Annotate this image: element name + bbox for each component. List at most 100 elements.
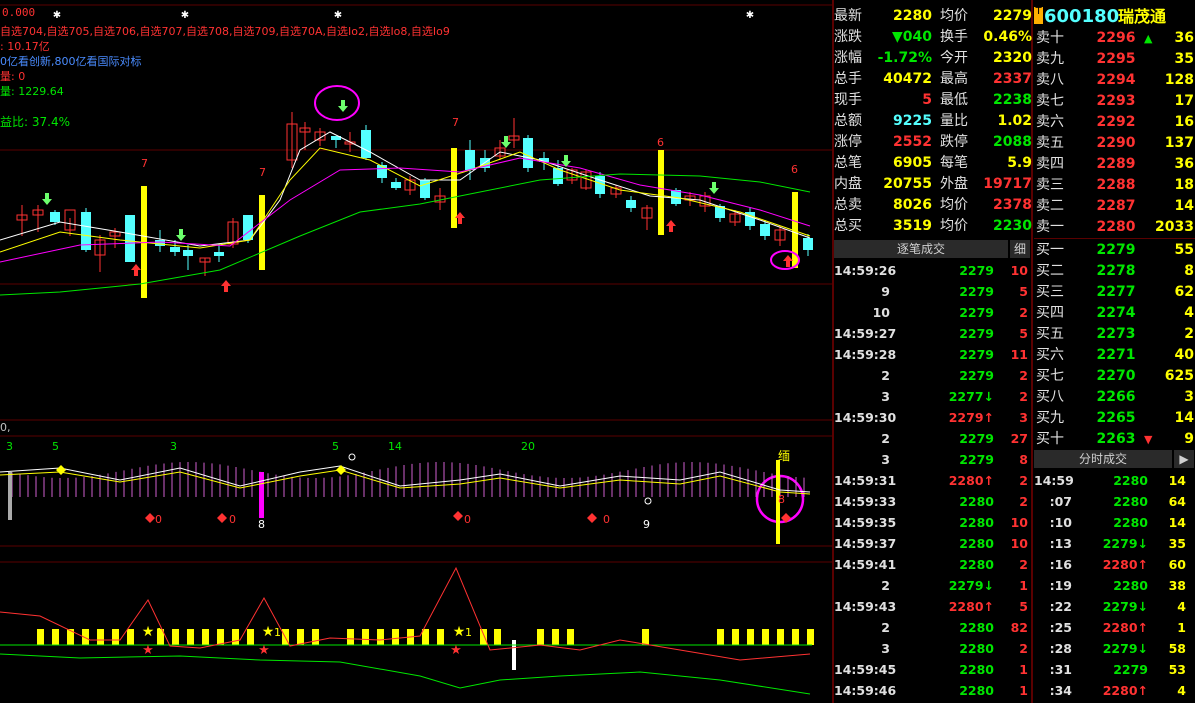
side-tick-volume: 64 [1168,494,1186,509]
bid-row[interactable]: 买五 2273 2 [1034,324,1195,345]
side-tick-volume: 4 [1177,599,1186,614]
panel2-marker: 0 [229,513,236,526]
volume-bar [567,629,574,645]
quote-value: 5 [922,92,932,108]
side-tick-volume: 1 [1177,620,1186,635]
side-tick-volume: 35 [1168,536,1186,551]
side-tick-price: 2280↑ [1102,620,1148,635]
ask-row[interactable]: 卖六 2292 16 [1034,112,1195,133]
tick-price: 2279↓ [948,578,994,593]
ask-row[interactable]: 卖二 2287 14 [1034,196,1195,217]
side-tick-time: :07 [1049,494,1072,509]
signal-bar [259,195,265,270]
volume-bar [480,629,487,645]
ask-row[interactable]: 卖九 2295 35 [1034,49,1195,70]
quote-row: 涨幅 -1.72% 今开 2320 [834,48,1032,69]
ask-row[interactable]: 卖三 2288 18 [1034,175,1195,196]
quote-label: 换手 [940,29,968,45]
tick-row: 14:59:46 2280 1 [834,680,1030,701]
kline-chart-area[interactable]: ✱ ✱ ✱ ✱ ★ ★ ★ ★ ★ ★ 0.000 自选704,自选705,自选706,自选707… [0,0,832,703]
bid-qty: 9 [1184,431,1194,447]
quote-label: 跌停 [940,134,968,150]
ask-label: 卖三 [1036,177,1064,193]
ask-row[interactable]: 卖五 2290 137 [1034,133,1195,154]
candle-body [465,150,475,170]
ask-row[interactable]: 卖四 2289 36 [1034,154,1195,175]
volume-bar [232,629,239,645]
info-line-3: 0亿看创新,800亿看国际对标 [0,55,142,68]
ask-row[interactable]: 卖十 2296 ▲ 36 [1034,28,1195,49]
quote-value: 2378 [993,197,1032,213]
bid-row[interactable]: 买三 2277 62 [1034,282,1195,303]
quote-value: 2337 [993,71,1032,87]
tick-price: 2279↑ [948,410,994,425]
panel3-red-line [0,566,811,661]
side-tick-header[interactable]: 分时成交 [1034,450,1172,468]
tick-row: 14:59:35 2280 10 [834,512,1030,533]
bid-row[interactable]: 买十 2263 ▼ 9 [1034,429,1195,450]
bid-label: 买二 [1036,263,1064,279]
ask-row[interactable]: 卖八 2294 128 [1034,70,1195,91]
tick-header-title[interactable]: 逐笔成交 [834,240,1008,258]
ask-qty: 16 [1174,114,1194,130]
side-tick-row: :07 2280 64 [1034,491,1195,512]
tick-row: 14:59:43 2280↑ 5 [834,596,1030,617]
side-tick-row: :22 2279↓ 4 [1034,596,1195,617]
tick-price: 2279 [959,347,994,362]
bid-row[interactable]: 买六 2271 40 [1034,345,1195,366]
tick-volume: 2 [1019,305,1028,320]
volume-bar [437,629,444,645]
panel2-marker: 0 [603,513,610,526]
tick-price: 2279 [959,326,994,341]
tick-time: 3 [881,452,890,467]
side-tick-price: 2280 [1113,515,1148,530]
tick-time: 2 [881,431,890,446]
side-tick-volume: 38 [1168,578,1186,593]
quote-value: 1.02 [997,113,1032,129]
bid-row[interactable]: 买一 2279 55 [1034,240,1195,261]
bid-label: 买一 [1036,242,1064,258]
tick-detail-button[interactable]: 细 [1010,240,1030,258]
bid-row[interactable]: 买四 2274 4 [1034,303,1195,324]
tick-time: 2 [881,578,890,593]
bid-label: 买五 [1036,326,1064,342]
kline-chart-canvas[interactable]: ✱ ✱ ✱ ✱ ★ ★ ★ ★ ★ ★ [0,0,832,703]
bid-row[interactable]: 买八 2266 3 [1034,387,1195,408]
down-arrow-icon [42,193,52,205]
bid-row[interactable]: 买九 2265 14 [1034,408,1195,429]
signal-bar [658,150,664,235]
tick-price: 2280 [959,536,994,551]
side-tick-arrow-icon[interactable]: ▶ [1174,450,1194,468]
quote-row: 内盘 20755 外盘 19717 [834,174,1032,195]
bid-price: 2263 [1096,431,1136,447]
candle-body [243,215,253,240]
quote-value: 2280 [893,8,932,24]
tick-price: 2280↑ [948,473,994,488]
ask-label: 卖七 [1036,93,1064,109]
volume-bar [762,629,769,645]
ask-qty: 2033 [1155,219,1194,235]
quote-label: 每笔 [940,155,968,171]
bid-qty: 3 [1184,389,1194,405]
bid-qty: 62 [1174,284,1194,300]
ask-row[interactable]: 卖一 2280 2033 [1034,217,1195,238]
tick-price: 2279 [959,452,994,467]
osc-highlight-bar [259,472,264,518]
tick-price: 2279 [959,305,994,320]
quote-row: 总买 3519 均价 2230 [834,216,1032,237]
tick-row: 2 2279 2 [834,365,1030,386]
side-tick-time: :28 [1049,641,1072,656]
bid-row[interactable]: 买二 2278 8 [1034,261,1195,282]
quote-row: 总笔 6905 每笔 5.9 [834,153,1032,174]
quote-label: 均价 [940,8,968,24]
volume-bar [172,629,179,645]
down-arrow-icon [709,182,719,194]
star-icon: ★ [258,643,270,658]
volume-bar [747,629,754,645]
ask-label: 卖八 [1036,72,1064,88]
quote-label: 涨停 [834,134,862,150]
watchlist-line: 自选704,自选705,自选706,自选707,自选708,自选709,自选70… [0,25,450,38]
tick-price: 2280↑ [948,599,994,614]
bid-row[interactable]: 买七 2270 625 [1034,366,1195,387]
ask-row[interactable]: 卖七 2293 17 [1034,91,1195,112]
